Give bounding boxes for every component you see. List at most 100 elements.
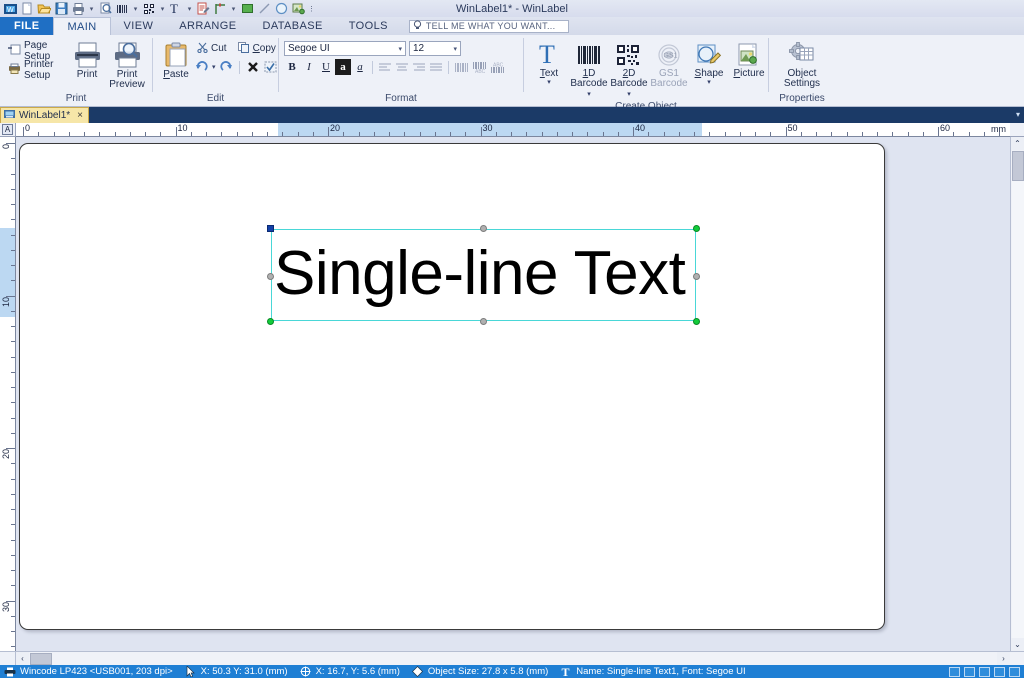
paste-button[interactable]: Paste xyxy=(158,38,194,82)
select-all-button[interactable] xyxy=(263,59,279,75)
handle-bottom-left[interactable] xyxy=(267,318,274,325)
create-text-button[interactable]: T Text ▾ xyxy=(529,37,569,88)
create-gs1-barcode-button[interactable]: GS1 GS1 Barcode xyxy=(649,37,689,91)
ruler-tick xyxy=(11,249,15,251)
cut-button[interactable]: Cut xyxy=(194,41,230,56)
handle-middle-right[interactable] xyxy=(693,273,700,280)
handle-top-right[interactable] xyxy=(693,225,700,232)
tab-main[interactable]: MAIN xyxy=(53,17,111,35)
ellipse-icon[interactable] xyxy=(273,1,289,16)
2d-barcode-dropdown-icon[interactable]: ▾ xyxy=(158,1,167,16)
undo-dropdown-icon[interactable]: ▾ xyxy=(212,64,216,71)
scroll-up-button[interactable]: ⌃ xyxy=(1011,137,1024,150)
title-bar: W ▾ ▾ ▾ T ▾ ▾ ⋮ WinLabel1* - WinLabel xyxy=(0,0,1024,17)
align-justify-button[interactable] xyxy=(428,59,444,75)
text-icon[interactable]: T xyxy=(168,1,184,16)
print-dropdown-icon[interactable]: ▾ xyxy=(87,1,96,16)
rich-text-icon[interactable] xyxy=(195,1,211,16)
new-document-icon[interactable] xyxy=(19,1,35,16)
save-icon[interactable] xyxy=(53,1,69,16)
chevron-down-icon[interactable]: ▾ xyxy=(453,45,457,53)
picture-icon[interactable] xyxy=(290,1,306,16)
vertical-scroll-thumb[interactable] xyxy=(1011,151,1024,181)
delete-button[interactable] xyxy=(245,59,261,75)
barcode-with-text-button[interactable]: ABC xyxy=(471,59,488,75)
tab-arrange[interactable]: ARRANGE xyxy=(166,17,249,35)
label-page[interactable]: Single-line Text xyxy=(19,143,885,630)
align-left-button[interactable] xyxy=(377,59,393,75)
handle-top-center[interactable] xyxy=(480,225,487,232)
design-view-icon[interactable] xyxy=(964,666,975,677)
copy-button[interactable]: Copy xyxy=(235,41,279,56)
tell-me-search-box[interactable]: TELL ME WHAT YOU WANT... xyxy=(408,19,569,33)
1d-barcode-icon[interactable] xyxy=(114,1,130,16)
handle-middle-left[interactable] xyxy=(267,273,274,280)
rectangle-icon[interactable] xyxy=(239,1,255,16)
handle-bottom-center[interactable] xyxy=(480,318,487,325)
scroll-left-button[interactable]: ‹ xyxy=(16,652,29,665)
italic-character-button[interactable]: a xyxy=(352,59,368,75)
align-right-button[interactable] xyxy=(411,59,427,75)
object-settings-button[interactable]: Object Settings xyxy=(780,37,824,91)
printer-setup-button[interactable]: Printer Setup xyxy=(5,59,67,81)
font-size-combo[interactable]: 12 ▾ xyxy=(409,41,461,56)
diagonal-line-icon[interactable] xyxy=(256,1,272,16)
create-2d-barcode-button[interactable]: 2D Barcode ▾ xyxy=(609,37,649,101)
font-name-combo[interactable]: Segoe UI ▾ xyxy=(284,41,406,56)
vertical-scroll-track[interactable] xyxy=(1011,181,1024,638)
horizontal-scroll-thumb[interactable] xyxy=(30,653,52,665)
tab-file[interactable]: FILE xyxy=(0,17,54,35)
print-preview-icon[interactable] xyxy=(97,1,113,16)
horizontal-scrollbar[interactable]: ‹ › xyxy=(0,651,1024,665)
quick-access-overflow-icon[interactable]: ⋮ xyxy=(307,1,316,16)
tab-view[interactable]: VIEW xyxy=(111,17,167,35)
text-dropdown-icon[interactable]: ▾ xyxy=(185,1,194,16)
horizontal-ruler[interactable]: mm 0 10 20 30 40 50 60 xyxy=(16,123,1010,137)
barcode-text-top-button[interactable]: ABC xyxy=(489,59,506,75)
vertical-ruler[interactable]: 0 10 20 30 xyxy=(0,137,16,651)
tab-database[interactable]: DATABASE xyxy=(249,17,335,35)
print-preview-button[interactable]: Print Preview xyxy=(107,38,147,92)
scroll-right-button[interactable]: › xyxy=(997,652,1010,665)
page-setup-button[interactable]: Page Setup xyxy=(5,40,67,62)
handle-bottom-right[interactable] xyxy=(693,318,700,325)
ruler-corner-button[interactable]: A xyxy=(0,123,16,137)
undo-button[interactable] xyxy=(194,59,210,75)
open-document-icon[interactable] xyxy=(36,1,52,16)
grid-view-icon[interactable] xyxy=(994,666,1005,677)
redo-button[interactable] xyxy=(218,59,234,75)
document-tab-menu-icon[interactable]: ▾ xyxy=(1016,110,1020,119)
chevron-down-icon[interactable]: ▾ xyxy=(547,79,551,86)
create-shape-button[interactable]: Shape ▾ xyxy=(689,37,729,88)
bold-button[interactable]: B xyxy=(284,59,300,75)
scroll-down-button[interactable]: ⌄ xyxy=(1011,638,1024,651)
barcode-only-button[interactable] xyxy=(453,59,470,75)
canvas-area[interactable]: Single-line Text xyxy=(16,137,1010,651)
status-bar: Wincode LP423 <USB001, 203 dpi> X: 50.3 … xyxy=(0,665,1024,678)
text-object-single-line-text1[interactable]: Single-line Text xyxy=(267,225,700,325)
inverse-button[interactable]: a xyxy=(335,59,351,75)
chevron-down-icon[interactable]: ▾ xyxy=(707,79,711,86)
chevron-down-icon[interactable]: ▾ xyxy=(398,45,402,53)
zoom-icon[interactable] xyxy=(1009,666,1020,677)
document-tab-winlabel1[interactable]: WinLabel1* × xyxy=(0,107,89,123)
horizontal-scroll-track[interactable] xyxy=(52,652,997,665)
vertical-scrollbar[interactable]: ⌃ ⌄ xyxy=(1010,137,1024,651)
close-icon[interactable]: × xyxy=(74,110,83,121)
app-logo-icon[interactable]: W xyxy=(2,1,18,16)
handle-top-left-anchor[interactable] xyxy=(267,225,274,232)
line-dropdown-icon[interactable]: ▾ xyxy=(229,1,238,16)
print-icon[interactable] xyxy=(70,1,86,16)
underline-button[interactable]: U xyxy=(318,59,334,75)
align-center-button[interactable] xyxy=(394,59,410,75)
fit-page-icon[interactable] xyxy=(949,666,960,677)
print-button[interactable]: Print xyxy=(67,38,107,82)
2d-barcode-icon[interactable] xyxy=(141,1,157,16)
create-picture-button[interactable]: Picture xyxy=(729,37,769,81)
tab-tools[interactable]: TOOLS xyxy=(336,17,401,35)
barcode-dropdown-icon[interactable]: ▾ xyxy=(131,1,140,16)
print-preview-icon[interactable] xyxy=(979,666,990,677)
create-1d-barcode-button[interactable]: 1D Barcode ▾ xyxy=(569,37,609,101)
italic-button[interactable]: I xyxy=(301,59,317,75)
line-object-icon[interactable] xyxy=(212,1,228,16)
